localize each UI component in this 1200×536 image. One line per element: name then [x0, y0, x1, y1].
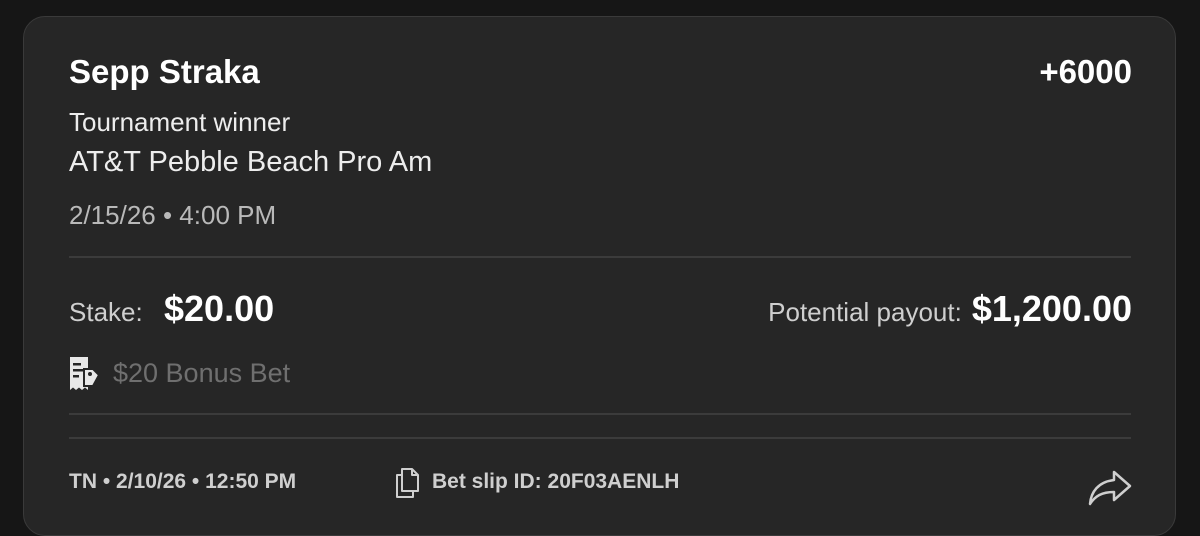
stake-value: $20.00	[164, 288, 275, 329]
bet-card: Sepp Straka +6000 Tournament winner AT&T…	[23, 16, 1176, 536]
divider	[69, 413, 1131, 415]
bet-slip-id: Bet slip ID: 20F03AENLH	[432, 470, 680, 493]
event-name: AT&T Pebble Beach Pro Am	[69, 146, 433, 178]
market-type: Tournament winner	[69, 107, 291, 137]
odds-value: +6000	[1039, 53, 1132, 90]
stake-label: Stake:	[69, 297, 143, 327]
payout-value: $1,200.00	[971, 288, 1132, 329]
bonus-bet-label: $20 Bonus Bet	[113, 358, 291, 388]
payout-label: Potential payout:	[768, 297, 962, 327]
event-datetime: 2/15/26 • 4:00 PM	[69, 200, 277, 230]
divider	[69, 256, 1131, 258]
divider	[69, 437, 1131, 439]
share-arrow-icon[interactable]	[1087, 467, 1133, 507]
selection-name: Sepp Straka	[69, 53, 260, 90]
placement-meta: TN • 2/10/26 • 12:50 PM	[69, 470, 297, 493]
document-copy-icon[interactable]	[394, 467, 420, 499]
potential-payout: Potential payout: $1,200.00	[768, 288, 1132, 330]
bonus-bet-ticket-icon	[70, 357, 101, 390]
